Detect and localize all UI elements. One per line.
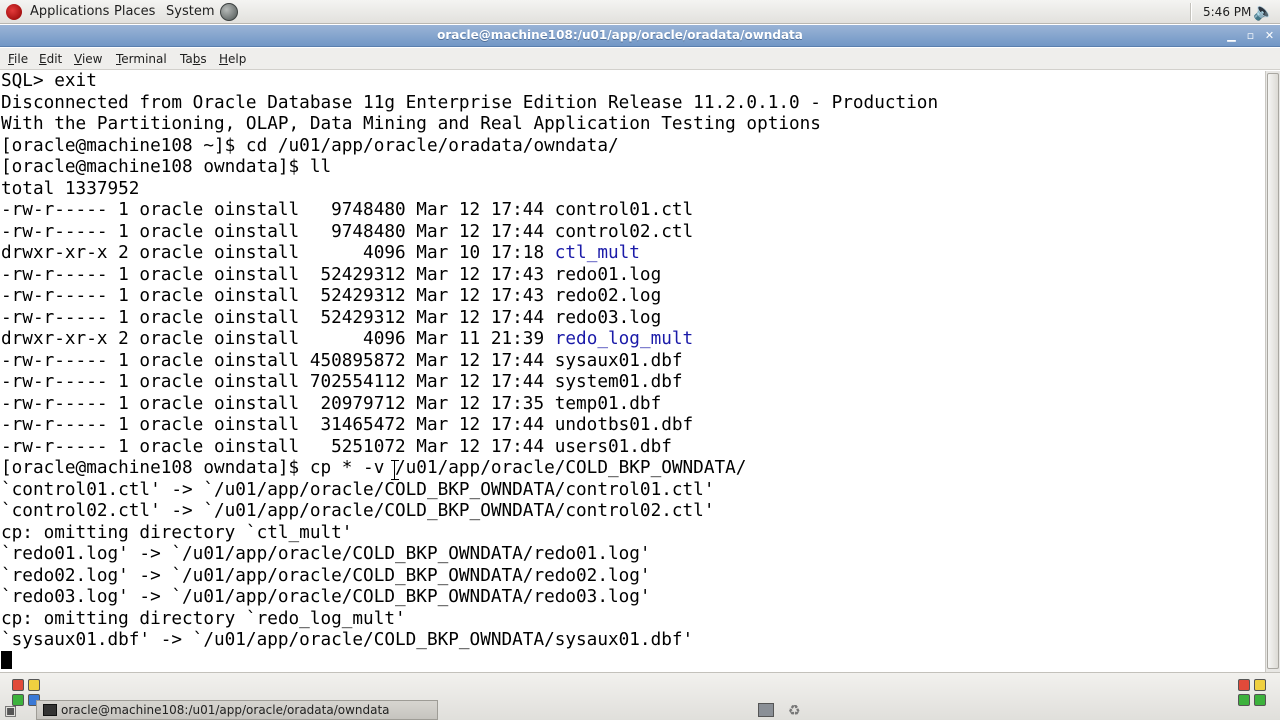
- window-title: oracle@machine108:/u01/app/oracle/oradat…: [437, 28, 803, 42]
- menu-tabs[interactable]: Tabs: [180, 52, 207, 66]
- terminal-line: -rw-r----- 1 oracle oinstall 20979712 Ma…: [1, 393, 662, 414]
- terminal-line: `control02.ctl' -> `/u01/app/oracle/COLD…: [1, 501, 715, 521]
- terminal-line: cp: omitting directory `ctl_mult': [1, 522, 353, 543]
- workspace-switcher-icon[interactable]: [28, 679, 40, 691]
- applications-menu[interactable]: Applications: [30, 4, 109, 19]
- terminal-line: -rw-r----- 1 oracle oinstall 450895872 M…: [1, 350, 683, 371]
- menu-bar: File Edit View Terminal Tabs Help: [0, 48, 1280, 70]
- terminal-scrollbar[interactable]: [1265, 71, 1280, 672]
- panel-clock[interactable]: 5:46 PM: [1203, 5, 1251, 19]
- menu-terminal-label: erminal: [121, 52, 167, 66]
- monitor-icon[interactable]: [758, 703, 774, 717]
- terminal-cursor: [1, 651, 12, 669]
- terminal-line: -rw-r----- 1 oracle oinstall 52429312 Ma…: [1, 264, 662, 285]
- terminal-line: -rw-r----- 1 oracle oinstall 5251072 Mar…: [1, 436, 672, 457]
- terminal-line: -rw-r----- 1 oracle oinstall 9748480 Mar…: [1, 221, 694, 242]
- workspace-switcher-icon[interactable]: [1254, 694, 1266, 706]
- workspace-switcher-icon[interactable]: [1238, 694, 1250, 706]
- terminal-line: -rw-r----- 1 oracle oinstall 9748480 Mar…: [1, 200, 694, 220]
- maximize-button[interactable]: ▫: [1243, 28, 1258, 43]
- terminal-line: [oracle@machine108 ~]$ cd /u01/app/oracl…: [1, 135, 619, 156]
- menu-tabs-label-rest: s: [200, 52, 207, 66]
- system-menu[interactable]: System: [166, 4, 214, 19]
- workspace-switcher-icon[interactable]: [1254, 679, 1266, 691]
- menu-file[interactable]: File: [8, 52, 28, 66]
- directory-name: ctl_mult: [554, 243, 640, 263]
- workspace-switcher-icon[interactable]: [12, 679, 24, 691]
- menu-edit-mnemonic: E: [39, 52, 47, 66]
- menu-edit[interactable]: Edit: [39, 52, 62, 66]
- ibeam-cursor-icon: [391, 460, 402, 480]
- menu-view[interactable]: View: [74, 52, 102, 66]
- terminal-icon: [43, 704, 57, 716]
- terminal-line: `redo01.log' -> `/u01/app/oracle/COLD_BK…: [1, 544, 651, 564]
- terminal-line: [oracle@machine108 owndata]$ ll: [1, 157, 332, 177]
- terminal-line: total 1337952: [1, 178, 140, 199]
- terminal-line: `redo02.log' -> `/u01/app/oracle/COLD_BK…: [1, 565, 651, 586]
- close-button[interactable]: ✕: [1262, 28, 1277, 43]
- terminal-line-dir: drwxr-xr-x 2 oracle oinstall 4096 Mar 11…: [1, 329, 938, 351]
- menu-terminal[interactable]: Terminal: [116, 52, 167, 66]
- taskbar-terminal-button[interactable]: oracle@machine108:/u01/app/oracle/oradat…: [36, 700, 438, 720]
- menu-help-mnemonic: H: [219, 52, 229, 66]
- terminal-line: -rw-r----- 1 oracle oinstall 31465472 Ma…: [1, 415, 694, 435]
- terminal-output[interactable]: SQL> exit Disconnected from Oracle Datab…: [0, 71, 1265, 672]
- menu-tabs-label: Ta: [180, 52, 193, 66]
- trash-icon[interactable]: ♻: [788, 703, 801, 719]
- terminal-line: `control01.ctl' -> `/u01/app/oracle/COLD…: [1, 479, 715, 500]
- workspace-switcher-icon[interactable]: [1238, 679, 1250, 691]
- terminal-line: -rw-r----- 1 oracle oinstall 52429312 Ma…: [1, 286, 662, 306]
- redhat-logo-icon[interactable]: [6, 4, 22, 20]
- menu-view-label: iew: [81, 52, 103, 66]
- listing-prefix: drwxr-xr-x 2 oracle oinstall 4096 Mar 11…: [1, 329, 555, 349]
- menu-help[interactable]: Help: [219, 52, 246, 66]
- terminal-line-dir: drwxr-xr-x 2 oracle oinstall 4096 Mar 10…: [1, 243, 938, 265]
- menu-file-label: ile: [14, 52, 29, 66]
- minimize-button[interactable]: ▁: [1224, 28, 1239, 43]
- top-panel: Applications Places System 5:46 PM 🔈: [0, 0, 1280, 24]
- terminal-line: -rw-r----- 1 oracle oinstall 702554112 M…: [1, 372, 683, 392]
- show-desktop-icon[interactable]: ▣: [4, 703, 17, 719]
- speaker-icon[interactable]: 🔈: [1253, 2, 1274, 22]
- terminal-line: `redo03.log' -> `/u01/app/oracle/COLD_BK…: [1, 587, 651, 607]
- terminal-line: -rw-r----- 1 oracle oinstall 52429312 Ma…: [1, 307, 662, 328]
- terminal-line: [oracle@machine108 owndata]$ cp * -v /u0…: [1, 458, 747, 478]
- places-menu[interactable]: Places: [114, 4, 155, 19]
- terminal-lines: SQL> exit Disconnected from Oracle Datab…: [1, 71, 938, 652]
- scrollbar-thumb[interactable]: [1267, 73, 1279, 669]
- menu-edit-label: dit: [46, 52, 63, 66]
- bottom-panel: ▣ oracle@machine108:/u01/app/oracle/orad…: [0, 672, 1280, 720]
- terminal-line: Disconnected from Oracle Database 11g En…: [1, 92, 939, 113]
- menu-view-mnemonic: V: [74, 52, 82, 66]
- terminal-line: cp: omitting directory `redo_log_mult': [1, 608, 406, 629]
- listing-prefix: drwxr-xr-x 2 oracle oinstall 4096 Mar 10…: [1, 243, 555, 263]
- terminal-line: `sysaux01.dbf' -> `/u01/app/oracle/COLD_…: [1, 630, 694, 650]
- window-titlebar[interactable]: oracle@machine108:/u01/app/oracle/oradat…: [0, 25, 1280, 47]
- panel-separator: [1190, 3, 1192, 21]
- taskbar-window-label: oracle@machine108:/u01/app/oracle/oradat…: [61, 703, 390, 717]
- directory-name: redo_log_mult: [554, 329, 694, 349]
- network-globe-icon[interactable]: [220, 3, 238, 21]
- terminal-line: With the Partitioning, OLAP, Data Mining…: [1, 114, 821, 134]
- menu-help-label: elp: [228, 52, 247, 66]
- terminal-line: SQL> exit: [1, 71, 97, 91]
